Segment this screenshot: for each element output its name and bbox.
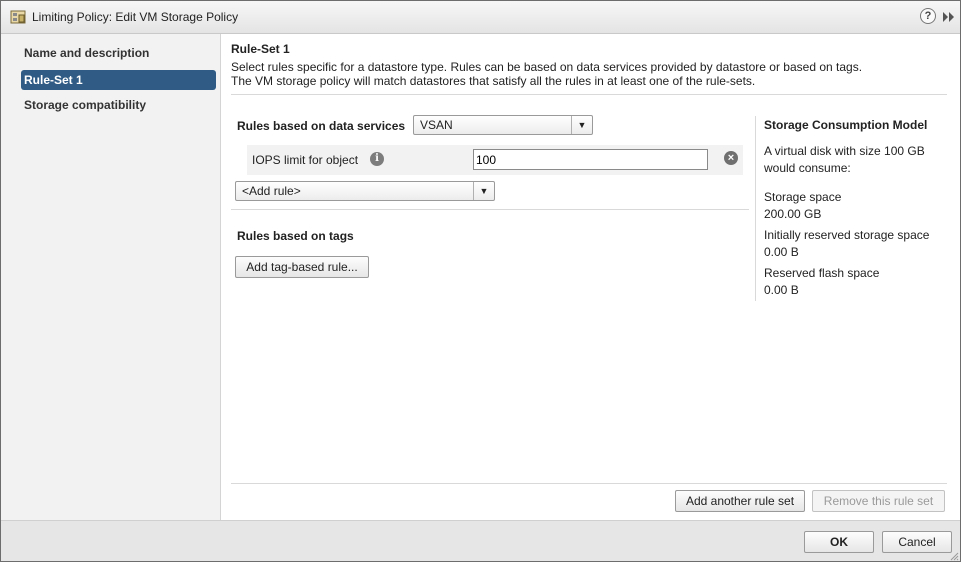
title-bar: Limiting Policy: Edit VM Storage Policy … <box>1 1 960 34</box>
ok-button[interactable]: OK <box>804 531 874 553</box>
cancel-button[interactable]: Cancel <box>882 531 952 553</box>
edit-storage-policy-dialog: Limiting Policy: Edit VM Storage Policy … <box>0 0 961 562</box>
add-tag-based-rule-button[interactable]: Add tag-based rule... <box>235 256 369 278</box>
rule-set-panel: Rule-Set 1 Select rules specific for a d… <box>221 34 960 520</box>
remove-rule-icon[interactable]: × <box>724 151 738 165</box>
help-icon[interactable]: ? <box>920 8 936 24</box>
storage-space-label: Storage space <box>764 190 842 204</box>
divider <box>231 209 749 210</box>
rule-row-iops-limit: IOPS limit for object i × <box>247 145 743 175</box>
add-rule-label: <Add rule> <box>242 184 301 198</box>
nav-item-name-and-description[interactable]: Name and description <box>21 43 216 63</box>
reserved-flash-label: Reserved flash space <box>764 266 880 280</box>
iops-limit-input[interactable] <box>473 149 708 170</box>
remove-rule-set-button[interactable]: Remove this rule set <box>812 490 945 512</box>
reserved-storage-label: Initially reserved storage space <box>764 228 930 242</box>
rule-name: IOPS limit for object <box>252 153 359 167</box>
data-services-label: Rules based on data services <box>237 119 406 133</box>
rule-set-description: Select rules specific for a datastore ty… <box>231 60 951 88</box>
divider <box>231 483 947 484</box>
add-rule-set-button[interactable]: Add another rule set <box>675 490 805 512</box>
reserved-flash-value: 0.00 B <box>764 283 799 297</box>
divider <box>231 94 947 95</box>
consumption-model-title: Storage Consumption Model <box>764 118 928 132</box>
nav-item-rule-set-1[interactable]: Rule-Set 1 <box>21 70 216 90</box>
rule-set-title: Rule-Set 1 <box>231 42 290 56</box>
info-icon[interactable]: i <box>370 152 384 166</box>
dialog-title: Limiting Policy: Edit VM Storage Policy <box>32 10 239 24</box>
nav-item-label: Rule-Set 1 <box>24 73 83 87</box>
storage-space-value: 200.00 GB <box>764 207 822 221</box>
provider-dropdown[interactable]: VSAN ▼ <box>413 115 593 135</box>
expand-icon[interactable] <box>942 10 956 24</box>
consumption-intro: A virtual disk with size 100 GB would co… <box>764 144 925 175</box>
resize-grip-icon[interactable] <box>949 551 959 561</box>
chevron-down-icon: ▼ <box>473 182 494 200</box>
dialog-footer: OK Cancel <box>1 520 960 561</box>
tags-label: Rules based on tags <box>237 229 354 243</box>
add-rule-dropdown[interactable]: <Add rule> ▼ <box>235 181 495 201</box>
storage-policy-icon <box>10 10 26 24</box>
provider-selected-value: VSAN <box>420 118 453 132</box>
description-line-2: The VM storage policy will match datasto… <box>231 74 756 88</box>
nav-item-storage-compatibility[interactable]: Storage compatibility <box>21 95 216 115</box>
wizard-nav: Name and description Rule-Set 1 Storage … <box>1 34 221 520</box>
reserved-storage-value: 0.00 B <box>764 245 799 259</box>
description-line-1: Select rules specific for a datastore ty… <box>231 60 863 74</box>
nav-item-label: Name and description <box>24 46 150 60</box>
consumption-divider <box>755 116 756 301</box>
chevron-down-icon: ▼ <box>571 116 592 134</box>
nav-item-label: Storage compatibility <box>24 98 147 112</box>
